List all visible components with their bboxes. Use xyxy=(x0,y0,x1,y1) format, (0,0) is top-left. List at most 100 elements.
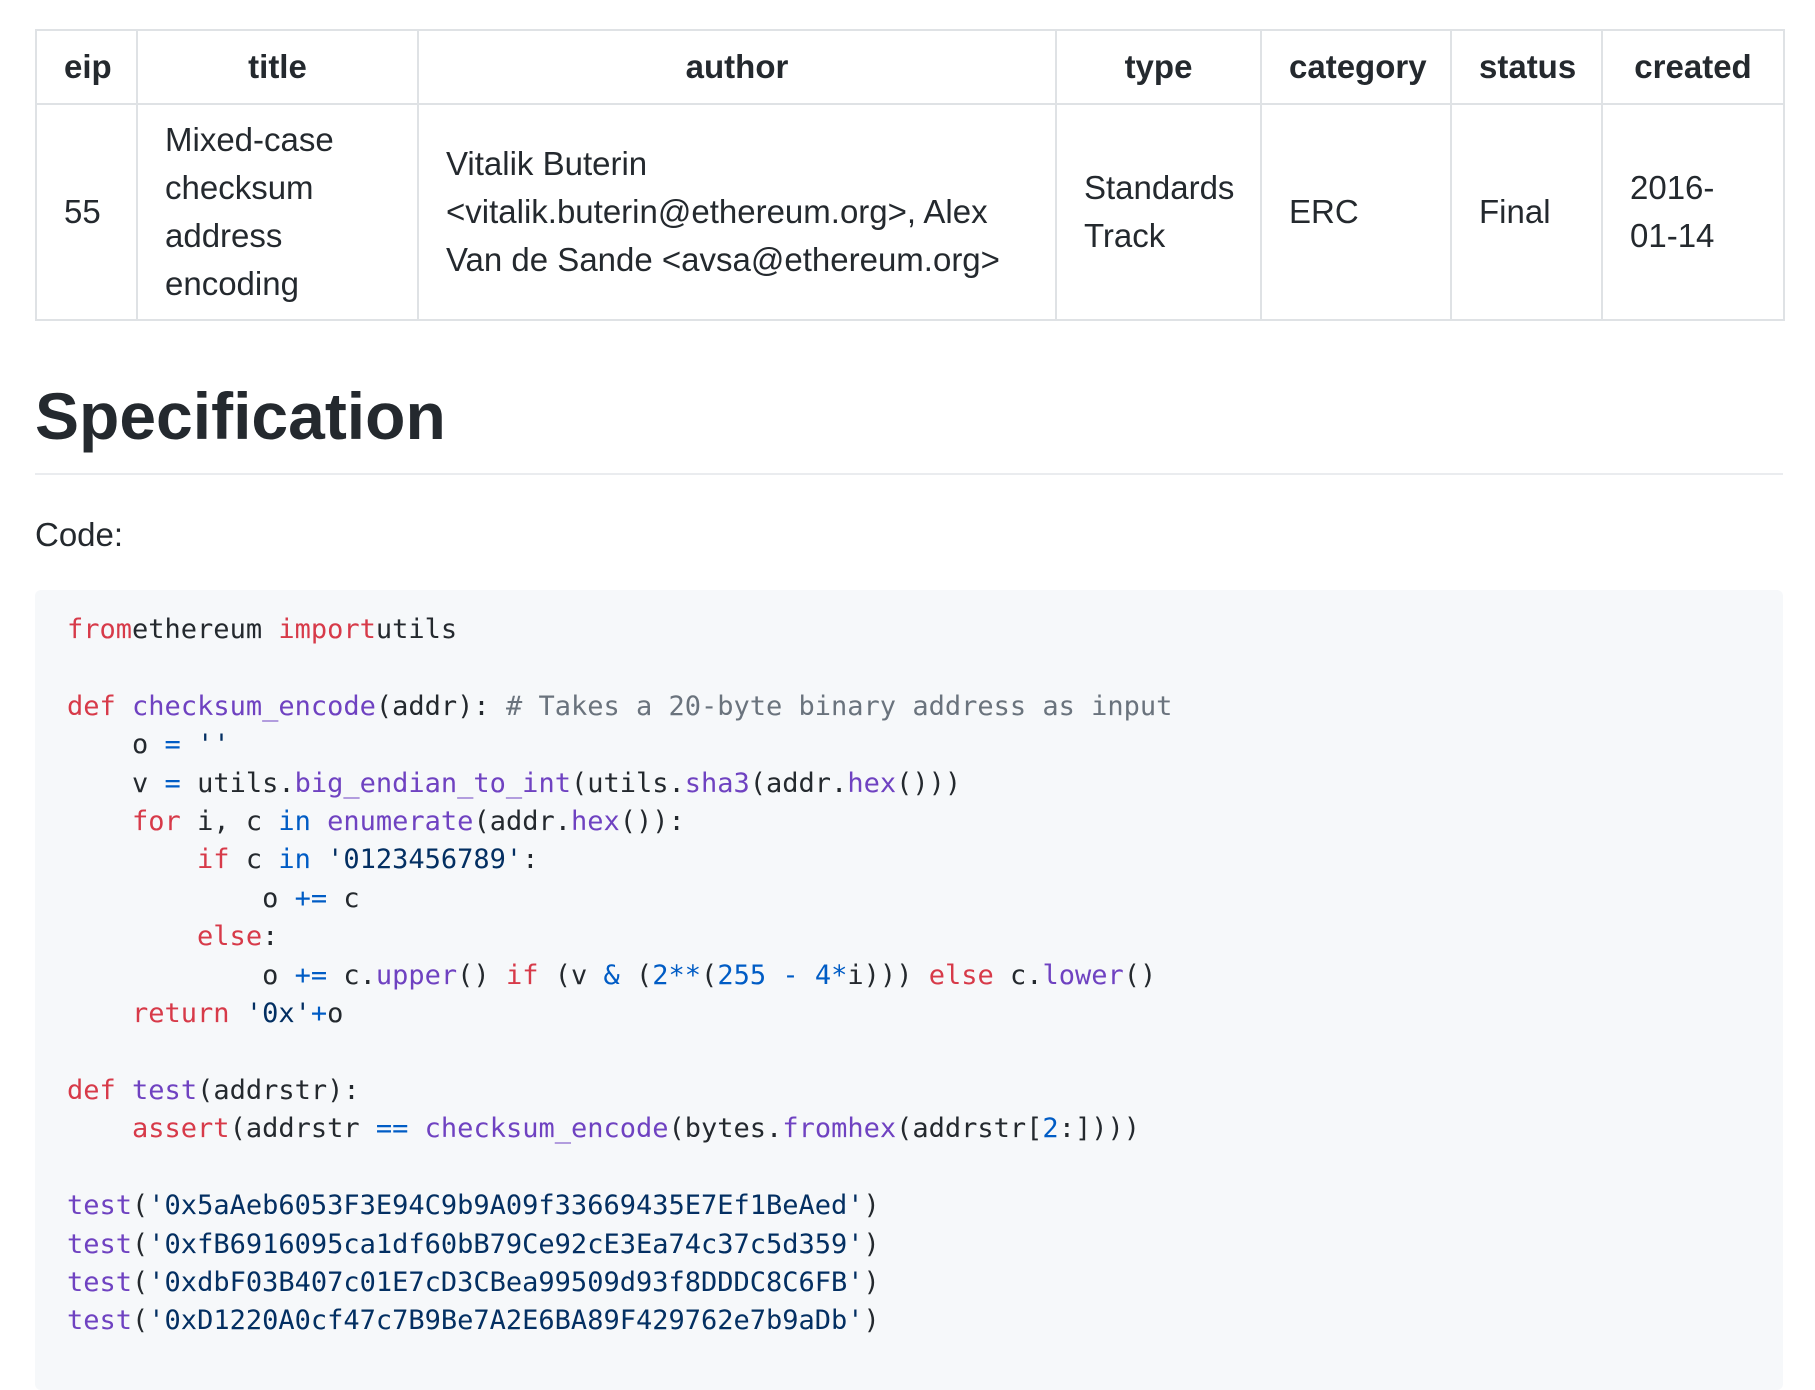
code-token: if xyxy=(197,844,230,876)
code-token: test xyxy=(67,1305,133,1337)
code-token: def xyxy=(67,690,116,722)
code-token: ethereum xyxy=(132,614,279,645)
code-token: += xyxy=(294,882,328,914)
heading-divider xyxy=(35,473,1783,475)
code-token: ( xyxy=(132,1266,149,1298)
code-token: (addrstr): xyxy=(197,1074,360,1106)
header-eip: eip xyxy=(35,29,138,105)
created-line: 2016- xyxy=(1630,169,1715,206)
code-token: checksum_encode xyxy=(424,1113,669,1145)
code-line: assert(addrstr == checksum_encode(bytes.… xyxy=(67,1113,1140,1144)
code-token: 2 xyxy=(1042,1113,1059,1145)
code-text[interactable]: fromethereum importutils def checksum_en… xyxy=(35,590,1783,1341)
code-token: sha3 xyxy=(684,767,750,799)
code-token: hex xyxy=(571,806,620,838)
code-token: '0xfB6916095ca1df60bB79Ce92cE3Ea74c37c5d… xyxy=(148,1228,864,1260)
code-token: - xyxy=(782,959,799,991)
code-token: ) xyxy=(863,1266,880,1298)
code-token: = xyxy=(164,767,181,799)
code-token: c xyxy=(229,844,279,876)
cell-created: 2016- 01-14 xyxy=(1601,103,1785,321)
code-token: ( xyxy=(701,959,718,991)
code-token: ** xyxy=(668,959,702,991)
header-status: status xyxy=(1450,29,1603,105)
code-token: fromhex xyxy=(782,1113,897,1145)
code-token: def xyxy=(67,1074,116,1106)
author-line: <vitalik.buterin@ethereum.org>, Alex xyxy=(446,193,988,230)
code-token: : xyxy=(262,921,279,953)
code-token: (utils. xyxy=(570,767,685,799)
code-token: (addrstr[ xyxy=(896,1113,1043,1145)
code-token: 2 xyxy=(652,959,669,991)
code-token: ) xyxy=(863,1190,880,1222)
cell-author: Vitalik Buterin <vitalik.buterin@ethereu… xyxy=(417,103,1057,321)
code-token: '0123456789' xyxy=(327,844,523,876)
code-token: upper xyxy=(375,959,458,991)
code-token: test xyxy=(67,1190,133,1222)
code-token: ( xyxy=(132,1228,149,1260)
code-token: o xyxy=(327,998,344,1030)
code-token: (v xyxy=(538,959,604,991)
code-token: & xyxy=(603,959,620,991)
code-line: for i, c in enumerate(addr.hex()): xyxy=(67,806,685,837)
code-block[interactable]: fromethereum importutils def checksum_en… xyxy=(35,590,1783,1390)
code-line: o += c xyxy=(67,883,360,914)
code-token: += xyxy=(294,959,328,991)
code-token: lower xyxy=(1042,959,1124,991)
code-token: test xyxy=(67,1228,133,1260)
cell-eip: 55 xyxy=(35,103,138,321)
code-token: :]))) xyxy=(1058,1113,1140,1145)
code-token: i))) xyxy=(847,959,929,991)
code-token: test xyxy=(67,1266,133,1298)
code-token: c xyxy=(327,882,360,914)
code-token: big_endian_to_int xyxy=(294,767,571,799)
code-token: 255 xyxy=(717,959,767,991)
code-token: (addrstr xyxy=(229,1113,376,1145)
title-line: Mixed-case xyxy=(165,121,334,158)
code-line: def test(addrstr): xyxy=(67,1075,360,1106)
code-label: Code: xyxy=(35,516,124,553)
code-token: else xyxy=(928,959,994,991)
code-line: test('0xdbF03B407c01E7cD3CBea99509d93f8D… xyxy=(67,1267,880,1298)
header-author: author xyxy=(417,29,1057,105)
cell-type: Standards Track xyxy=(1055,103,1262,321)
code-line: def checksum_encode(addr): # Takes a 20-… xyxy=(67,691,1172,722)
cell-category: ERC xyxy=(1260,103,1452,321)
code-token: else xyxy=(197,921,263,953)
code-token: hex xyxy=(847,767,897,799)
title-line: checksum xyxy=(165,169,314,206)
code-token: i, c xyxy=(180,806,279,838)
type-line: Standards xyxy=(1084,169,1235,206)
cell-status: Final xyxy=(1450,103,1603,321)
code-token: '0xdbF03B407c01E7cD3CBea99509d93f8DDDC8C… xyxy=(148,1266,864,1298)
code-line: v = utils.big_endian_to_int(utils.sha3(a… xyxy=(67,768,961,799)
code-token: test xyxy=(132,1074,198,1106)
code-token: () xyxy=(457,959,506,991)
type-line: Track xyxy=(1084,217,1166,254)
code-line: fromethereum importutils xyxy=(67,614,457,645)
table-row: 55 Mixed-case checksum address encoding … xyxy=(35,103,1785,321)
code-token: c. xyxy=(327,959,376,991)
code-token: 4 xyxy=(814,959,832,991)
code-token: for xyxy=(132,806,181,838)
code-token: utils. xyxy=(180,767,295,799)
code-token: o xyxy=(67,729,165,761)
code-token: '0xD1220A0cf47c7B9Be7A2E6BA89F429762e7b9… xyxy=(148,1305,864,1337)
code-token: enumerate xyxy=(327,806,474,838)
code-token: ( xyxy=(132,1190,149,1222)
author-line: Van de Sande <avsa@ethereum.org> xyxy=(446,241,1000,278)
code-line: test('0xfB6916095ca1df60bB79Ce92cE3Ea74c… xyxy=(67,1229,880,1260)
code-token: ())) xyxy=(896,767,962,799)
code-line: else: xyxy=(67,921,278,952)
header-type: type xyxy=(1055,29,1262,105)
code-token: if xyxy=(505,959,539,991)
author-line: Vitalik Buterin xyxy=(446,145,648,182)
code-token: (addr. xyxy=(749,767,848,799)
code-token: '0x5aAeb6053F3E94C9b9A09f33669435E7Ef1Be… xyxy=(148,1190,864,1222)
code-token: ) xyxy=(863,1228,880,1260)
code-token: ()): xyxy=(619,806,685,838)
